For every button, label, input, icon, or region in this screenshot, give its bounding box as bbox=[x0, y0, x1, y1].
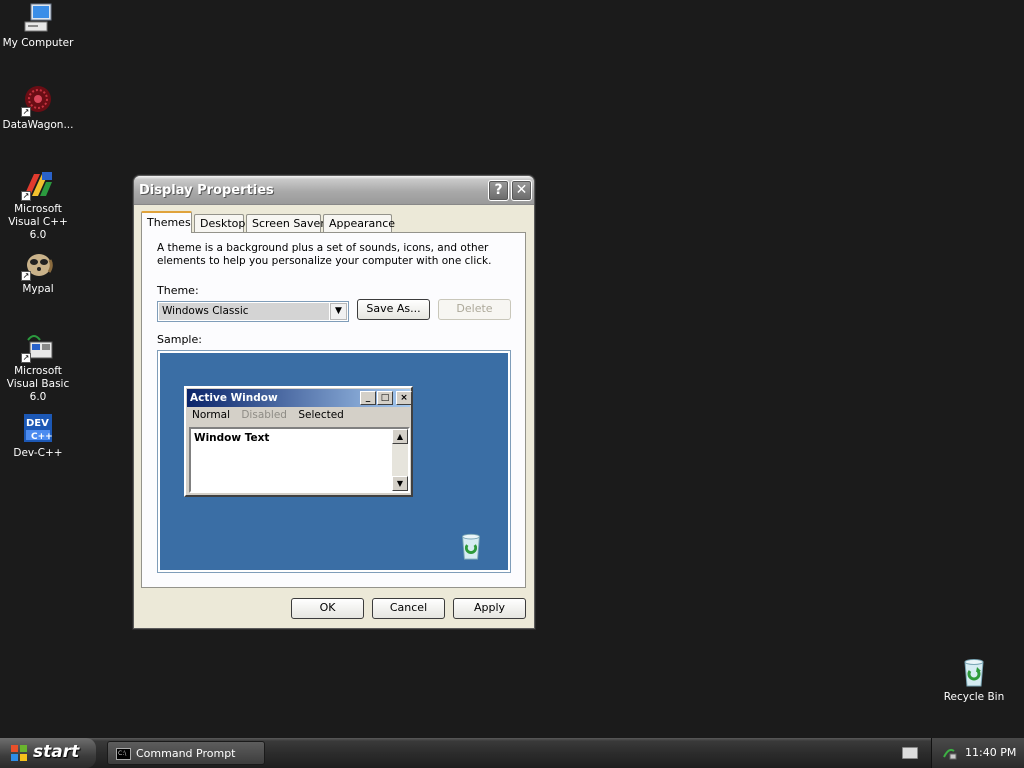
my-computer-icon bbox=[22, 2, 54, 34]
sample-menu-selected: Selected bbox=[298, 409, 344, 421]
shortcut-arrow-icon: ↗ bbox=[21, 191, 31, 201]
tab-label: Themes bbox=[147, 216, 191, 229]
sample-window-text-area: Window Text ▲ ▼ bbox=[189, 427, 410, 493]
minimize-icon: _ bbox=[360, 391, 376, 405]
sample-desktop-background: Active Window _ □ × Normal Disabled Sele… bbox=[160, 353, 508, 570]
sample-menu-bar: Normal Disabled Selected bbox=[192, 409, 352, 421]
sample-menu-disabled: Disabled bbox=[241, 409, 287, 421]
themes-panel: A theme is a background plus a set of so… bbox=[141, 232, 526, 588]
delete-button[interactable]: Delete bbox=[438, 299, 511, 320]
desktop-icon-label: Mypal bbox=[22, 283, 54, 295]
recycle-bin-icon bbox=[958, 656, 990, 688]
shortcut-arrow-icon: ↗ bbox=[21, 271, 31, 281]
desktop-icon-visual-basic[interactable]: ↗ Microsoft Visual Basic 6.0 bbox=[0, 330, 76, 404]
taskbar: start C:\ Command Prompt 11:40 PM bbox=[0, 738, 1024, 768]
windows-logo-icon bbox=[10, 744, 28, 767]
sample-window-title: Active Window bbox=[190, 392, 278, 404]
close-icon: ✕ bbox=[515, 182, 528, 198]
desktop-icon-label: Microsoft Visual Basic 6.0 bbox=[6, 365, 70, 403]
svg-text:DEV: DEV bbox=[26, 418, 49, 429]
tab-screen-saver[interactable]: Screen Saver bbox=[246, 214, 325, 232]
visual-cpp-icon: ↗ bbox=[21, 168, 54, 201]
cancel-button[interactable]: Cancel bbox=[372, 598, 445, 619]
scroll-down-icon: ▼ bbox=[392, 476, 408, 491]
desktop-icon-label: Dev-C++ bbox=[13, 447, 63, 459]
display-properties-dialog: Display Properties ? ✕ Themes Desktop Sc… bbox=[133, 175, 535, 629]
keyboard-icon[interactable] bbox=[902, 747, 918, 759]
desktop-icon-label: My Computer bbox=[2, 37, 74, 49]
desktop-icon-datawagon[interactable]: ↗ DataWagon... bbox=[0, 84, 76, 132]
sample-window-text: Window Text bbox=[194, 432, 270, 444]
tab-desktop[interactable]: Desktop bbox=[194, 214, 246, 232]
ok-button[interactable]: OK bbox=[291, 598, 364, 619]
desktop-icon-label: Recycle Bin bbox=[943, 691, 1005, 703]
taskbar-button-label: Command Prompt bbox=[136, 747, 236, 760]
tab-strip: Themes Desktop Screen Saver Appearance bbox=[141, 211, 531, 233]
desktop-icon-visual-cpp[interactable]: ↗ Microsoft Visual C++ 6.0 bbox=[0, 168, 76, 242]
save-as-button[interactable]: Save As... bbox=[357, 299, 430, 320]
network-icon[interactable] bbox=[941, 745, 957, 764]
desktop-icon-mypal[interactable]: ↗ Mypal bbox=[0, 248, 76, 296]
theme-description: A theme is a background plus a set of so… bbox=[157, 242, 492, 267]
command-prompt-icon: C:\ bbox=[116, 748, 131, 760]
system-tray: 11:40 PM bbox=[931, 738, 1024, 768]
sample-scrollbar: ▲ ▼ bbox=[392, 429, 408, 491]
sample-recycle-bin-icon bbox=[456, 531, 486, 561]
chevron-down-icon[interactable]: ▼ bbox=[330, 303, 347, 320]
desktop-icon-dev-cpp[interactable]: DEV C++ Dev-C++ bbox=[0, 412, 76, 460]
maximize-icon: □ bbox=[377, 391, 393, 405]
visual-basic-icon: ↗ bbox=[21, 330, 54, 363]
tab-themes[interactable]: Themes bbox=[141, 211, 192, 233]
sample-active-window: Active Window _ □ × Normal Disabled Sele… bbox=[184, 386, 413, 497]
tab-label: Screen Saver bbox=[252, 217, 325, 230]
desktop-icon-recycle-bin[interactable]: Recycle Bin bbox=[936, 656, 1012, 704]
desktop-icon-label: Microsoft Visual C++ 6.0 bbox=[8, 203, 68, 241]
shortcut-arrow-icon: ↗ bbox=[21, 107, 31, 117]
sample-label: Sample: bbox=[157, 333, 202, 346]
tab-appearance[interactable]: Appearance bbox=[323, 214, 396, 232]
theme-sample-preview: Active Window _ □ × Normal Disabled Sele… bbox=[157, 350, 511, 573]
close-button[interactable]: ✕ bbox=[511, 180, 532, 201]
datawagon-icon: ↗ bbox=[21, 84, 54, 117]
sample-menu-normal: Normal bbox=[192, 409, 230, 421]
help-icon: ? bbox=[494, 182, 503, 198]
taskbar-button-command-prompt[interactable]: C:\ Command Prompt bbox=[107, 741, 265, 765]
dialog-titlebar[interactable]: Display Properties ? ✕ bbox=[134, 176, 534, 205]
start-label: start bbox=[33, 742, 80, 762]
help-button[interactable]: ? bbox=[488, 180, 509, 201]
shortcut-arrow-icon: ↗ bbox=[21, 353, 31, 363]
theme-select-value: Windows Classic bbox=[159, 303, 329, 320]
tab-label: Desktop bbox=[200, 217, 246, 230]
theme-select[interactable]: Windows Classic ▼ bbox=[157, 301, 349, 322]
scroll-up-icon: ▲ bbox=[392, 429, 408, 444]
start-button[interactable]: start bbox=[0, 738, 96, 768]
svg-text:C++: C++ bbox=[31, 432, 53, 442]
apply-button[interactable]: Apply bbox=[453, 598, 526, 619]
close-icon: × bbox=[396, 391, 412, 405]
sample-window-titlebar: Active Window _ □ × bbox=[187, 389, 412, 407]
desktop-icon-my-computer[interactable]: My Computer bbox=[0, 2, 76, 50]
dev-cpp-icon: DEV C++ bbox=[22, 412, 54, 444]
mypal-icon: ↗ bbox=[21, 248, 54, 281]
theme-label: Theme: bbox=[157, 284, 199, 297]
tab-label: Appearance bbox=[329, 217, 396, 230]
dialog-title: Display Properties bbox=[139, 183, 274, 198]
desktop-icon-label: DataWagon... bbox=[2, 119, 74, 131]
clock[interactable]: 11:40 PM bbox=[965, 746, 1016, 759]
